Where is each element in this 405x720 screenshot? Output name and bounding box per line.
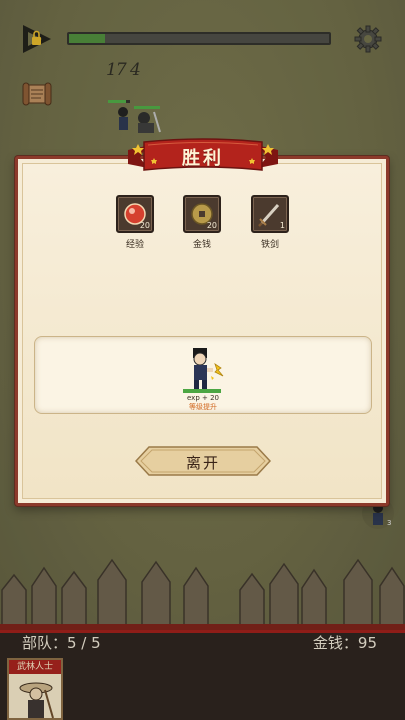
level-up-text: 等级提升 [189, 403, 217, 411]
reward-slot: 20 [183, 195, 221, 233]
reward-count: 20 [206, 221, 217, 230]
reward-count: 20 [139, 221, 150, 230]
exp-gain-text: exp + 20 [187, 394, 219, 402]
leave-button-label: 离开 [185, 454, 220, 472]
reward-label: 金钱 [192, 240, 211, 250]
hero-sprite[interactable] [185, 346, 229, 392]
reward-label: 经验 [125, 240, 144, 250]
hero-hp-fill [183, 389, 221, 393]
reward-gold[interactable]: 20 金钱 [180, 195, 224, 250]
hero-hp-bar [183, 389, 221, 393]
victory-title: 胜利 [182, 148, 224, 169]
reward-slot: 20 [116, 195, 154, 233]
reward-slot: 1 [251, 195, 289, 233]
reward-label: 铁剑 [260, 240, 279, 250]
reward-exp[interactable]: 20 经验 [113, 195, 157, 250]
reward-count: 1 [279, 221, 285, 230]
reward-iron-sword[interactable]: 1 铁剑 [248, 195, 292, 250]
